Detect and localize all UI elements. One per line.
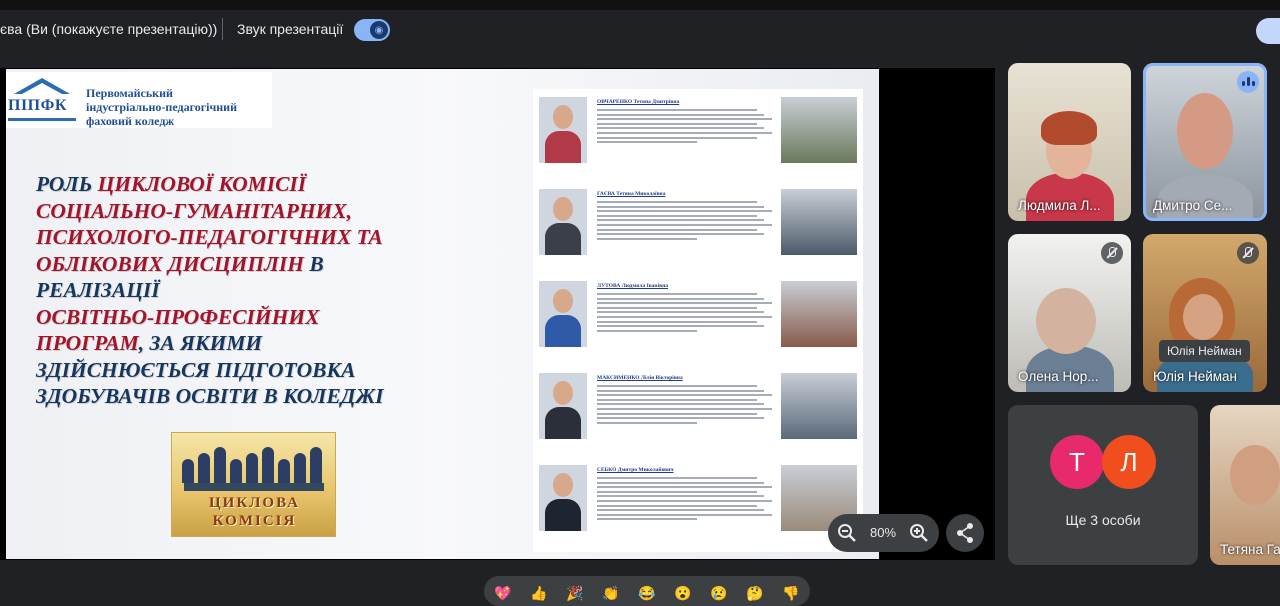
zoom-out-icon[interactable] bbox=[836, 522, 858, 544]
classroom-photo bbox=[781, 373, 857, 439]
reaction-button[interactable]: 👍 bbox=[528, 582, 550, 604]
image-caption-line: ЦИКЛОВА bbox=[209, 495, 300, 511]
presentation-sound-toggle[interactable]: ◉ bbox=[354, 19, 390, 41]
participant-tile[interactable]: Тетяна Га bbox=[1210, 405, 1280, 565]
slide-title-segment: В bbox=[303, 251, 324, 276]
document-page: ОВЧАРЕНКО Тетяна Дмитрівна ГАЄВА Тетяна М… bbox=[533, 89, 863, 552]
document-entry: ГАЄВА Тетяна Миколаївна bbox=[539, 189, 859, 267]
presenting-label: єва (Ви (покажуєте презентацію)) bbox=[0, 21, 218, 37]
speaker-icon: ◉ bbox=[370, 21, 388, 39]
slide-title-line: ЗДІЙСНЮЄТЬСЯ ПІДГОТОВКА bbox=[36, 357, 516, 384]
participant-tile[interactable]: Людмила Л... bbox=[1008, 63, 1131, 221]
slide-title-segment: СОЦІАЛЬНО-ГУМАНІТАРНИХ, bbox=[36, 198, 352, 223]
participant-name: Людмила Л... bbox=[1018, 198, 1101, 213]
participant-name: Тетяна Га bbox=[1220, 542, 1280, 557]
share-icon bbox=[957, 523, 973, 543]
slide-title-line: РЕАЛІЗАЦІЇ bbox=[36, 277, 516, 304]
slide-title-line: СОЦІАЛЬНО-ГУМАНІТАРНИХ, bbox=[36, 198, 516, 225]
slide-title-line: ОСВІТНЬО-ПРОФЕСІЙНИХ bbox=[36, 304, 516, 331]
slide-title-line: ЗДОБУВАЧІВ ОСВІТИ В КОЛЕДЖІ bbox=[36, 383, 516, 410]
audio-level-icon bbox=[1237, 71, 1259, 93]
document-entry-name: ГАЄВА Тетяна Миколаївна bbox=[597, 191, 666, 197]
document-entry-name: МАКСИМЕНКО Лілія Вікторівна bbox=[597, 375, 683, 381]
slide-title-segment: ЗДОБУВАЧІВ ОСВІТИ В КОЛЕДЖІ bbox=[36, 384, 384, 408]
portrait-photo bbox=[539, 189, 587, 255]
share-button[interactable] bbox=[946, 514, 984, 552]
participant-tile[interactable]: Олена Нор... bbox=[1008, 234, 1131, 392]
participant-tile[interactable]: Юлія Нейман bbox=[1143, 234, 1267, 392]
participant-name: Олена Нор... bbox=[1018, 369, 1099, 384]
portrait-photo bbox=[539, 281, 587, 347]
slide-title-segment: ПСИХОЛОГО-ПЕДАГОГІЧНИХ ТА bbox=[36, 225, 383, 249]
zoom-in-icon[interactable] bbox=[908, 522, 930, 544]
slide-title-segment: ПРОГРАМ bbox=[36, 331, 139, 355]
document-entry-name: СЕБКО Дмитро Миколайович bbox=[597, 467, 674, 473]
slide-title-segment: РЕАЛІЗАЦІЇ bbox=[36, 278, 160, 302]
mic-off-icon bbox=[1101, 242, 1123, 264]
zoom-controls: 80% bbox=[828, 514, 939, 552]
slide-title-segment: ЗДІЙСНЮЄТЬСЯ ПІДГОТОВКА bbox=[36, 357, 356, 382]
participant-avatar: Л bbox=[1102, 435, 1156, 489]
presentation-slide: ПІПФК Первомайський індустріально-педаго… bbox=[6, 69, 879, 559]
presentation-sound-label: Звук презентації bbox=[237, 21, 344, 37]
portrait-photo bbox=[539, 465, 587, 531]
portrait-photo bbox=[539, 373, 587, 439]
college-logo: ПІПФК Первомайський індустріально-педаго… bbox=[6, 72, 272, 128]
college-logo-icon: ПІПФК bbox=[8, 78, 76, 124]
cyclic-commission-image: ЦИКЛОВА КОМІСІЯ bbox=[171, 432, 336, 537]
slide-title-segment: , ЗА ЯКИМИ bbox=[138, 331, 263, 355]
reaction-button[interactable]: 😢 bbox=[708, 582, 730, 604]
slide-title: РОЛЬ ЦИКЛОВОЇ КОМІСІЇ СОЦІАЛЬНО-ГУМАНІТАР… bbox=[36, 171, 516, 410]
image-caption-line: КОМІСІЯ bbox=[212, 513, 297, 529]
top-right-button[interactable] bbox=[1256, 18, 1280, 44]
slide-title-segment: РОЛЬ bbox=[36, 172, 98, 196]
participant-avatar: Т bbox=[1050, 435, 1104, 489]
reaction-button[interactable]: 🎉 bbox=[564, 582, 586, 604]
reaction-button[interactable]: 👎 bbox=[780, 582, 802, 604]
document-entry-name: ЛУТОВА Людмила Іванівна bbox=[597, 283, 669, 289]
classroom-photo bbox=[781, 281, 857, 347]
document-entry: МАКСИМЕНКО Лілія Вікторівна bbox=[539, 373, 859, 451]
slide-title-line: РОЛЬ ЦИКЛОВОЇ КОМІСІЇ bbox=[36, 171, 516, 198]
more-participants-label: Ще 3 особи bbox=[1065, 512, 1141, 528]
top-strip bbox=[0, 0, 1280, 10]
slide-title-segment: ОСВІТНЬО-ПРОФЕСІЙНИХ bbox=[36, 304, 320, 329]
reaction-button[interactable]: 👏 bbox=[600, 582, 622, 604]
participant-tile[interactable]: Дмитро Се... bbox=[1143, 63, 1267, 221]
slide-title-line: ПРОГРАМ, ЗА ЯКИМИ bbox=[36, 330, 516, 357]
zoom-level: 80% bbox=[869, 525, 897, 540]
divider bbox=[222, 18, 223, 40]
slide-title-line: ОБЛІКОВИХ ДИСЦИПЛІН В bbox=[36, 251, 516, 278]
slide-title-segment: ОБЛІКОВИХ ДИСЦИПЛІН bbox=[36, 251, 304, 276]
document-entry: ЛУТОВА Людмила Іванівна bbox=[539, 281, 859, 359]
slide-title-segment: ЦИКЛОВОЇ КОМІСІЇ bbox=[97, 172, 307, 196]
logo-abbreviation: ПІПФК bbox=[8, 97, 67, 114]
more-participants-tile[interactable]: Т Л Ще 3 особи bbox=[1008, 405, 1198, 565]
document-entry: ОВЧАРЕНКО Тетяна Дмитрівна bbox=[539, 97, 859, 175]
classroom-photo bbox=[781, 189, 857, 255]
participant-name-tooltip: Юлія Нейман bbox=[1159, 340, 1250, 362]
slide-title-line: ПСИХОЛОГО-ПЕДАГОГІЧНИХ ТА bbox=[36, 224, 516, 251]
logo-line: індустріально-педагогічний bbox=[86, 100, 238, 114]
participant-name: Дмитро Се... bbox=[1153, 198, 1233, 213]
document-entry: СЕБКО Дмитро Миколайович bbox=[539, 465, 859, 543]
reaction-button[interactable]: 🤔 bbox=[744, 582, 766, 604]
logo-line: Первомайський bbox=[86, 86, 173, 100]
classroom-photo bbox=[781, 97, 857, 163]
portrait-photo bbox=[539, 97, 587, 163]
participant-name: Юлія Нейман bbox=[1153, 369, 1238, 384]
reaction-button[interactable]: 😮 bbox=[672, 582, 694, 604]
mic-off-icon bbox=[1237, 242, 1259, 264]
reaction-button[interactable]: 😂 bbox=[636, 582, 658, 604]
logo-college-name: Первомайський індустріально-педагогічний… bbox=[86, 86, 276, 128]
logo-line: фаховий коледж bbox=[86, 114, 175, 128]
document-entry-name: ОВЧАРЕНКО Тетяна Дмитрівна bbox=[597, 99, 680, 105]
reaction-button[interactable]: 💖 bbox=[492, 582, 514, 604]
reactions-bar: 💖 👍 🎉 👏 😂 😮 😢 🤔 👎 bbox=[484, 576, 810, 606]
